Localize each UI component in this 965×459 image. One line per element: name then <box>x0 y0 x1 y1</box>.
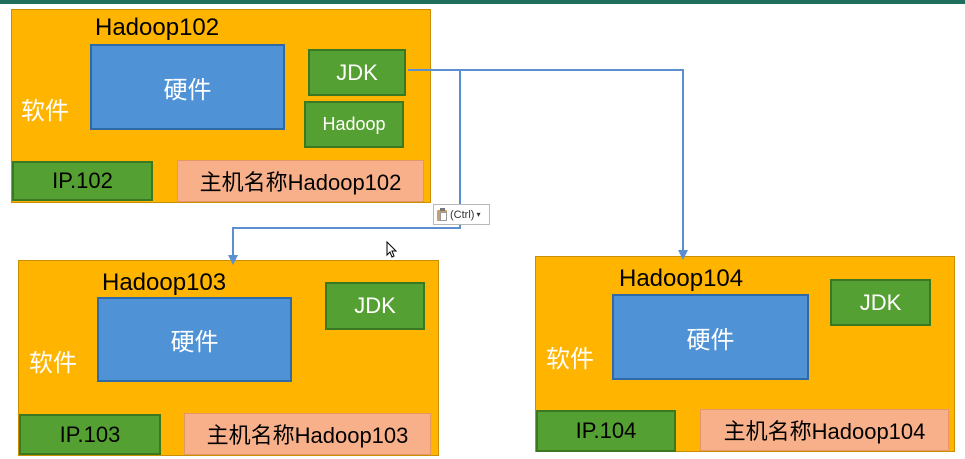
clipboard-icon <box>437 208 448 221</box>
paste-options-label: (Ctrl) <box>450 208 475 221</box>
connector-arrows <box>228 69 688 265</box>
mouse-cursor-icon <box>386 241 398 258</box>
chevron-down-icon: ▾ <box>476 210 481 219</box>
arrow-jdk-to-hadoop103 <box>228 69 461 265</box>
paste-options-button[interactable]: (Ctrl) ▾ <box>433 204 490 225</box>
